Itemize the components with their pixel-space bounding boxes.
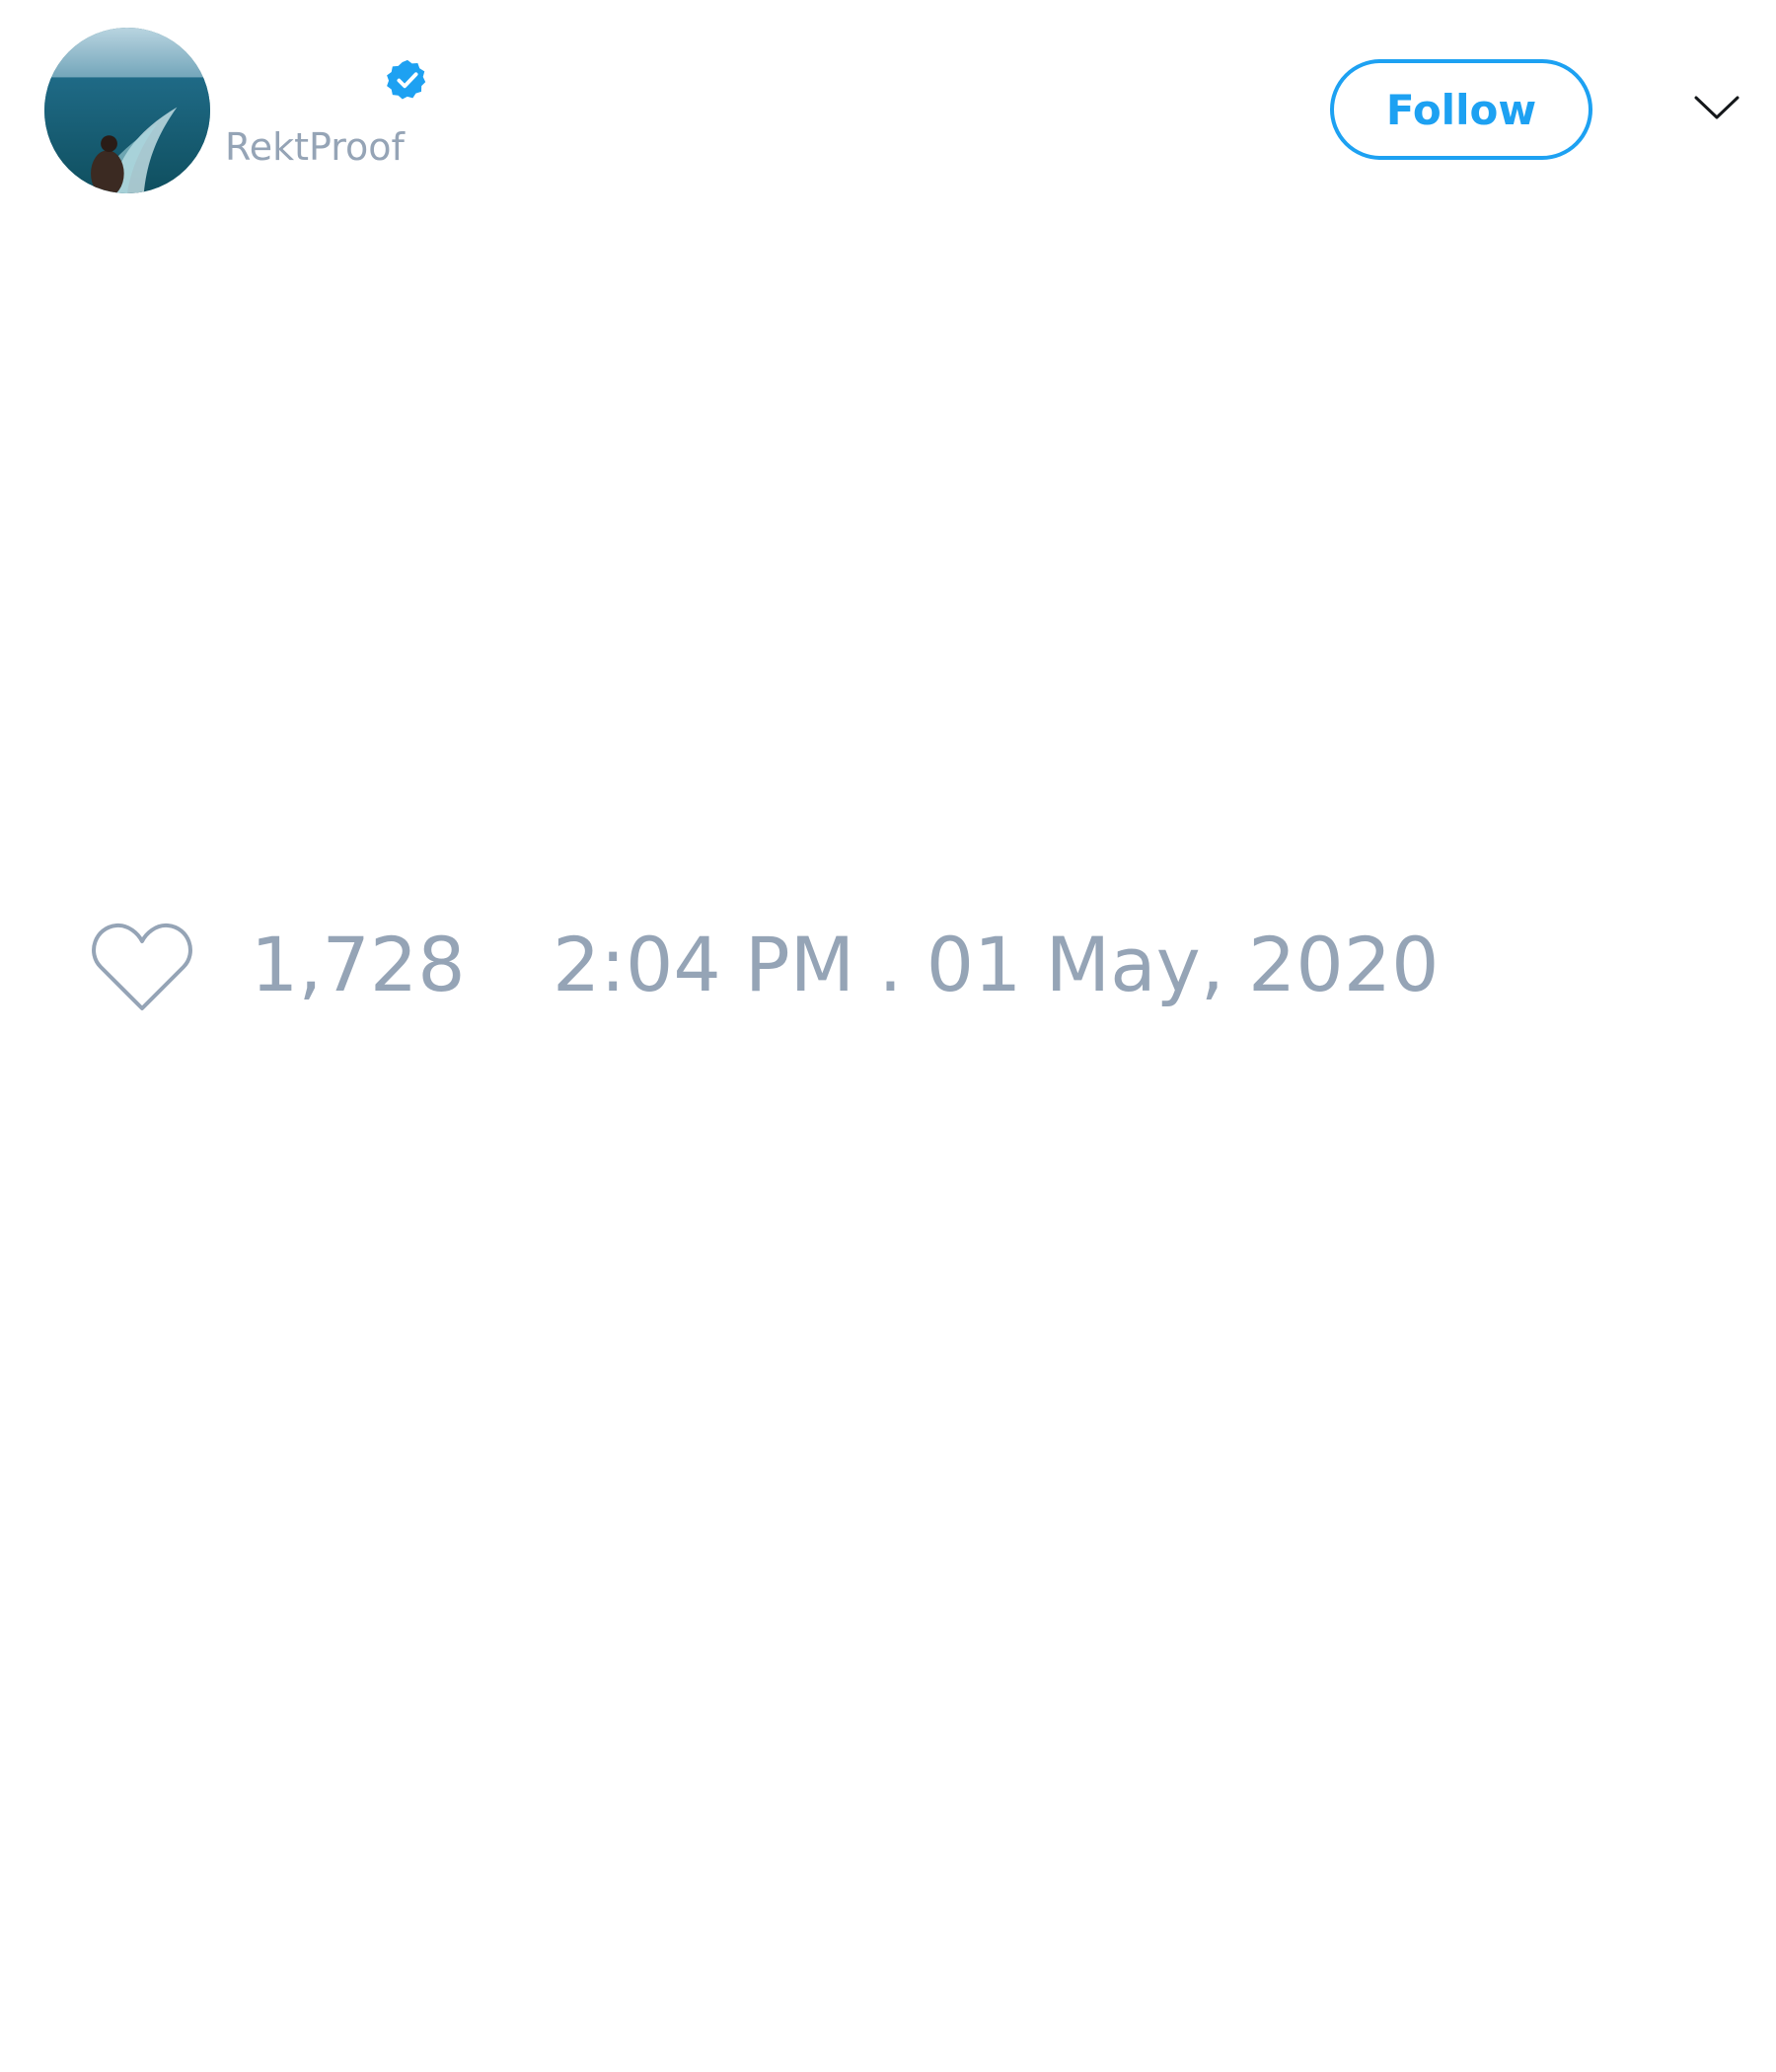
heart-outline-icon[interactable]	[89, 920, 195, 1014]
author-handle[interactable]: RektProof	[225, 128, 405, 166]
verified-badge-icon	[385, 57, 430, 103]
tweet-timestamp[interactable]: 2:04 PM . 01 May, 2020	[553, 927, 1439, 1002]
follow-button[interactable]: Follow	[1330, 59, 1592, 160]
like-count: 1,728	[251, 921, 466, 1008]
avatar[interactable]	[44, 28, 210, 193]
chevron-down-icon[interactable]	[1693, 93, 1740, 122]
avatar-image	[44, 28, 210, 193]
